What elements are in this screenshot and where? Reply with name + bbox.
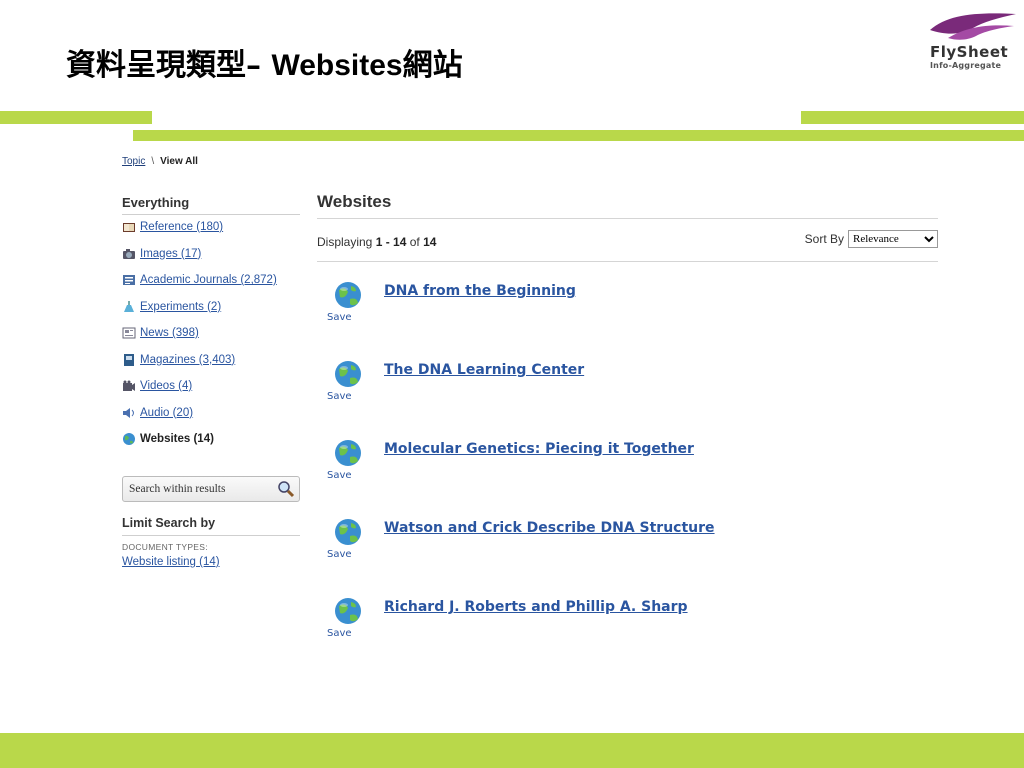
limit-search-panel: Limit Search by DOCUMENT TYPES: Website … <box>122 516 300 568</box>
globe-icon <box>334 360 362 388</box>
result-item: Save Watson and Crick Describe DNA Struc… <box>327 518 927 568</box>
sidebar-item-magazines: Magazines (3,403) <box>122 353 300 381</box>
breadcrumb: Topic \ View All <box>122 156 198 167</box>
sidebar-link-images[interactable]: Images (17) <box>140 248 201 260</box>
sidebar-link-websites[interactable]: Websites (14) <box>140 433 214 445</box>
globe-icon <box>334 439 362 467</box>
of-text: of <box>406 235 424 249</box>
globe-icon <box>334 597 362 625</box>
reference-icon <box>122 221 136 233</box>
globe-icon <box>334 518 362 546</box>
result-range: 1 - 14 <box>375 235 407 249</box>
result-item: Save The DNA Learning Center <box>327 360 927 410</box>
save-link[interactable]: Save <box>327 549 352 560</box>
logo-tagline: Info-Aggregate <box>930 61 1002 70</box>
logo-brand-text: FlySheet <box>930 43 1009 61</box>
footer-bar <box>0 733 1024 768</box>
slide-title: 資料呈現類型– Websites網站 <box>66 40 463 84</box>
flask-icon <box>122 300 136 313</box>
logo-swoosh-icon <box>930 13 1016 40</box>
sidebar-link-magazines[interactable]: Magazines (3,403) <box>140 354 235 366</box>
sidebar-item-journals: Academic Journals (2,872) <box>122 274 300 301</box>
sort-label: Sort By <box>804 232 844 246</box>
displaying-prefix: Displaying <box>317 235 376 249</box>
journal-icon <box>122 274 136 286</box>
results-toolbar: Displaying 1 - 14 of 14 Sort By Relevanc… <box>317 219 938 262</box>
accent-bar-left <box>0 111 152 124</box>
result-item: Save Molecular Genetics: Piecing it Toge… <box>327 439 927 489</box>
sidebar-link-journals[interactable]: Academic Journals (2,872) <box>140 274 277 286</box>
globe-icon <box>334 281 362 309</box>
slide-title-latin: Websites <box>271 49 403 82</box>
sidebar-item-experiments: Experiments (2) <box>122 300 300 328</box>
search-within-results <box>122 476 300 502</box>
sidebar-item-videos: Videos (4) <box>122 380 300 407</box>
slide-title-dash: – <box>246 48 272 83</box>
result-total: 14 <box>423 235 437 249</box>
sidebar-link-audio[interactable]: Audio (20) <box>140 407 193 419</box>
sort-control: Sort By Relevance <box>805 230 938 248</box>
newspaper-icon <box>122 327 136 339</box>
sidebar-item-images: Images (17) <box>122 248 300 275</box>
result-item: Save DNA from the Beginning <box>327 281 927 331</box>
result-count: Displaying 1 - 14 of 14 <box>317 235 436 249</box>
slide-title-cjk: 資料呈現類型 <box>66 48 246 83</box>
sidebar-link-reference[interactable]: Reference (180) <box>140 221 223 233</box>
globe-icon <box>122 433 136 445</box>
sidebar-link-news[interactable]: News (398) <box>140 327 199 339</box>
result-title-link[interactable]: Richard J. Roberts and Phillip A. Sharp <box>384 599 688 615</box>
result-title-link[interactable]: The DNA Learning Center <box>384 362 584 378</box>
search-icon[interactable] <box>277 480 295 498</box>
accent-bar-right <box>801 111 1024 124</box>
sidebar-heading: Everything <box>122 195 300 215</box>
sidebar-item-audio: Audio (20) <box>122 407 300 434</box>
audio-icon <box>122 407 136 419</box>
sidebar-link-videos[interactable]: Videos (4) <box>140 380 192 392</box>
save-link[interactable]: Save <box>327 312 352 323</box>
video-icon <box>122 380 136 392</box>
search-input[interactable] <box>123 478 277 500</box>
breadcrumb-separator: \ <box>151 156 155 167</box>
breadcrumb-current: View All <box>160 156 198 167</box>
result-title-link[interactable]: DNA from the Beginning <box>384 283 576 299</box>
document-types-label: DOCUMENT TYPES: <box>122 542 208 552</box>
result-title-link[interactable]: Watson and Crick Describe DNA Structure <box>384 520 715 536</box>
sidebar-item-news: News (398) <box>122 327 300 354</box>
results-panel: Websites Displaying 1 - 14 of 14 Sort By… <box>317 192 938 262</box>
website-listing-link[interactable]: Website listing (14) <box>122 556 300 568</box>
camera-icon <box>122 248 136 260</box>
sidebar-link-experiments[interactable]: Experiments (2) <box>140 301 221 313</box>
accent-bar-wide <box>133 130 1024 141</box>
save-link[interactable]: Save <box>327 391 352 402</box>
sidebar-item-websites: Websites (14) <box>122 433 300 460</box>
result-item: Save Richard J. Roberts and Phillip A. S… <box>327 597 927 647</box>
save-link[interactable]: Save <box>327 470 352 481</box>
slide-title-cjk-suffix: 網站 <box>402 48 463 83</box>
flysheet-logo: FlySheet Info-Aggregate <box>928 10 1018 72</box>
sort-select[interactable]: Relevance <box>848 230 938 248</box>
sidebar: Everything Reference (180) Images (17) A… <box>122 195 300 460</box>
magazine-icon <box>122 353 136 366</box>
result-title-link[interactable]: Molecular Genetics: Piecing it Together <box>384 441 694 457</box>
sidebar-list: Reference (180) Images (17) Academic Jou… <box>122 221 300 460</box>
sidebar-item-reference: Reference (180) <box>122 221 300 248</box>
limit-heading: Limit Search by <box>122 516 300 536</box>
save-link[interactable]: Save <box>327 628 352 639</box>
results-heading: Websites <box>317 192 938 219</box>
breadcrumb-topic-link[interactable]: Topic <box>122 156 145 167</box>
